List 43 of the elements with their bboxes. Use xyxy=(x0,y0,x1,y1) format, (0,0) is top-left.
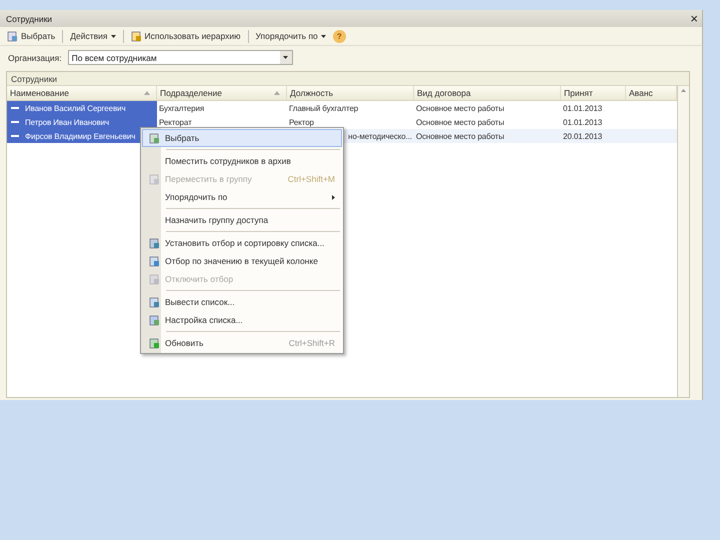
column-header[interactable]: Принят xyxy=(561,86,626,100)
table-cell-text: но-методическо... xyxy=(347,130,413,143)
field-label: Организация: xyxy=(8,52,62,62)
menu-item[interactable]: Выбрать xyxy=(142,129,342,147)
table-cell-text: Основное место работы xyxy=(415,130,506,143)
submenu-arrow-icon xyxy=(332,194,335,200)
caret-icon xyxy=(320,34,326,38)
caret-icon xyxy=(110,34,116,38)
table-cell-text: 01.01.2013 xyxy=(562,116,604,128)
column-header[interactable]: Вид договора xyxy=(414,86,561,100)
menu-item[interactable]: Настройка списка... xyxy=(142,311,342,329)
toolbar-button[interactable]: Использовать иерархию xyxy=(128,30,244,42)
table-cell-text: 20.01.2013 xyxy=(562,130,604,142)
name-cell[interactable]: Иванов Василий Сергеевич xyxy=(7,101,157,115)
column-header[interactable]: Подразделение xyxy=(157,86,287,100)
table-cell-text: 01.01.2013 xyxy=(562,102,604,114)
toolbar-button[interactable]: Выбрать xyxy=(4,30,58,42)
scrollbar[interactable] xyxy=(677,86,689,397)
menu-item[interactable]: Обновить Ctrl+Shift+R xyxy=(142,334,342,352)
caret-icon xyxy=(283,56,288,59)
menu-item[interactable]: Поместить сотрудников в архив xyxy=(142,152,342,170)
menu-item[interactable]: Вывести список... xyxy=(142,293,342,311)
menu-item[interactable]: Упорядочить по xyxy=(142,188,342,206)
sort-icon xyxy=(274,91,280,95)
table-cell-text: Ректорат xyxy=(158,116,193,129)
close-button[interactable]: × xyxy=(690,12,698,25)
table-cell-text: Основное место работы xyxy=(415,102,506,115)
toolbar-dropdown[interactable]: Действия xyxy=(67,30,118,42)
menu-item[interactable]: Назначить группу доступа xyxy=(142,211,342,229)
column-header[interactable]: Должность xyxy=(287,86,414,100)
table-cell-text: Бухгалтерия xyxy=(158,102,206,115)
menu-item[interactable]: Установить отбор и сортировку списка... xyxy=(142,234,342,252)
table-cell-text: Ректор xyxy=(288,116,315,129)
table-cell-text: Главный бухгалтер xyxy=(288,102,360,115)
table-cell-text: Основное место работы xyxy=(415,116,506,129)
column-header[interactable]: Наименование xyxy=(7,86,157,100)
window-title: Сотрудники xyxy=(6,14,52,24)
sort-icon xyxy=(144,91,150,95)
panel-title: Сотрудники xyxy=(11,74,58,84)
organization-select[interactable]: По всем сотрудникам xyxy=(68,50,293,65)
name-cell[interactable]: Петров Иван Иванович xyxy=(7,115,157,129)
menu-item[interactable]: Отбор по значению в текущей колонке xyxy=(142,252,342,270)
toolbar-dropdown[interactable]: Упорядочить по xyxy=(252,30,329,42)
